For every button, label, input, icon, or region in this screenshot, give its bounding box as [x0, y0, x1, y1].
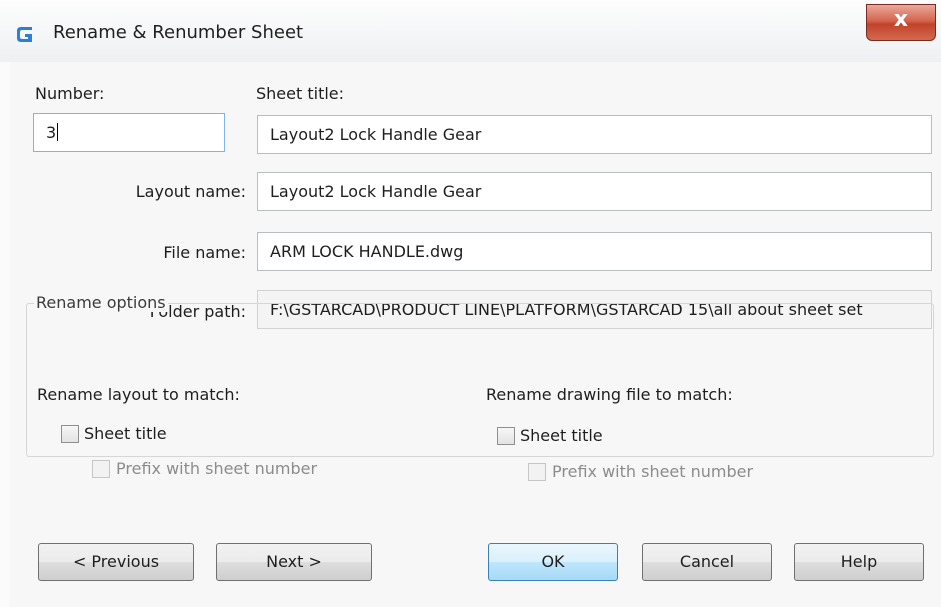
ok-button[interactable]: OK [488, 543, 618, 581]
drawing-sheet-title-label[interactable]: Sheet title [520, 426, 603, 445]
number-value: 3 [46, 123, 57, 142]
window-title: Rename & Renumber Sheet [53, 22, 304, 43]
previous-button[interactable]: < Previous [38, 543, 194, 581]
rename-drawing-heading: Rename drawing file to match: [486, 385, 733, 404]
number-label: Number: [35, 84, 105, 103]
next-button[interactable]: Next > [216, 543, 372, 581]
sheet-title-label: Sheet title: [256, 84, 345, 103]
help-button[interactable]: Help [794, 543, 924, 581]
layout-prefix-checkbox [92, 460, 110, 478]
layout-prefix-label: Prefix with sheet number [116, 459, 318, 478]
close-icon: x [893, 7, 909, 32]
cancel-button[interactable]: Cancel [642, 543, 772, 581]
layout-name-field[interactable]: Layout2 Lock Handle Gear [257, 172, 932, 211]
drawing-prefix-checkbox [528, 463, 546, 481]
file-name-field[interactable]: ARM LOCK HANDLE.dwg [257, 232, 932, 271]
number-field[interactable]: 3 [33, 113, 225, 152]
layout-sheet-title-checkbox[interactable] [61, 425, 79, 443]
drawing-prefix-label: Prefix with sheet number [552, 462, 754, 481]
rename-options-legend: Rename options [34, 293, 168, 312]
text-caret [57, 123, 59, 141]
drawing-sheet-title-checkbox[interactable] [497, 427, 515, 445]
close-button[interactable]: x [866, 4, 936, 41]
sheet-title-field[interactable]: Layout2 Lock Handle Gear [257, 115, 932, 154]
layout-sheet-title-label[interactable]: Sheet title [84, 424, 167, 443]
rename-layout-heading: Rename layout to match: [37, 385, 240, 404]
title-bar: Rename & Renumber Sheet x [0, 0, 941, 62]
layout-name-label: Layout name: [135, 182, 246, 201]
gstarcad-logo-icon [17, 27, 32, 42]
file-name-label: File name: [163, 243, 246, 262]
